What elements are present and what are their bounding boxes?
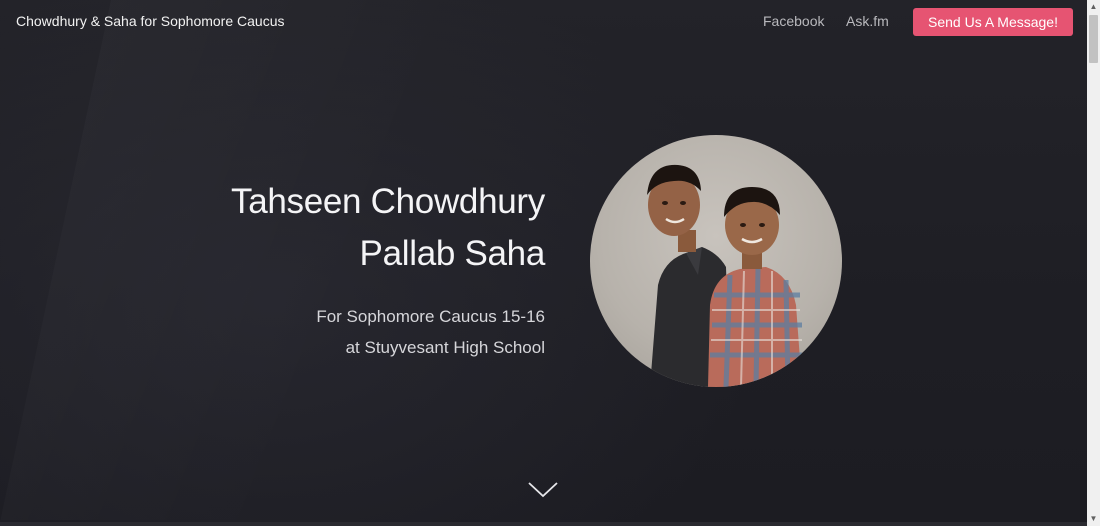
send-message-button[interactable]: Send Us A Message! [913,8,1073,36]
next-section-edge [0,522,1087,526]
hero-subtitle-line-1: For Sophomore Caucus 15-16 [316,307,545,326]
chevron-down-icon [528,482,558,498]
page: Chowdhury & Saha for Sophomore Caucus Fa… [0,0,1100,526]
candidates-photo [590,135,842,387]
hero-text-block: Tahseen Chowdhury Pallab Saha For Sophom… [231,176,545,363]
nav-link-askfm[interactable]: Ask.fm [846,13,889,29]
triangle-down-icon[interactable]: ▼ [1087,512,1100,526]
hero-subtitle-line-2: at Stuyvesant High School [345,338,545,357]
candidate-name-2: Pallab Saha [359,234,546,273]
scroll-down-button[interactable] [527,480,559,500]
scrollbar-thumb[interactable] [1089,15,1098,63]
hero-section: Chowdhury & Saha for Sophomore Caucus Fa… [0,0,1087,526]
vertical-scrollbar[interactable]: ▲ ▼ [1087,0,1100,526]
nav-link-facebook[interactable]: Facebook [763,13,824,29]
triangle-up-icon[interactable]: ▲ [1087,0,1100,14]
navbar: Chowdhury & Saha for Sophomore Caucus Fa… [0,0,1087,44]
site-brand-link[interactable]: Chowdhury & Saha for Sophomore Caucus [16,13,284,29]
candidate-name-1: Tahseen Chowdhury [231,182,545,221]
